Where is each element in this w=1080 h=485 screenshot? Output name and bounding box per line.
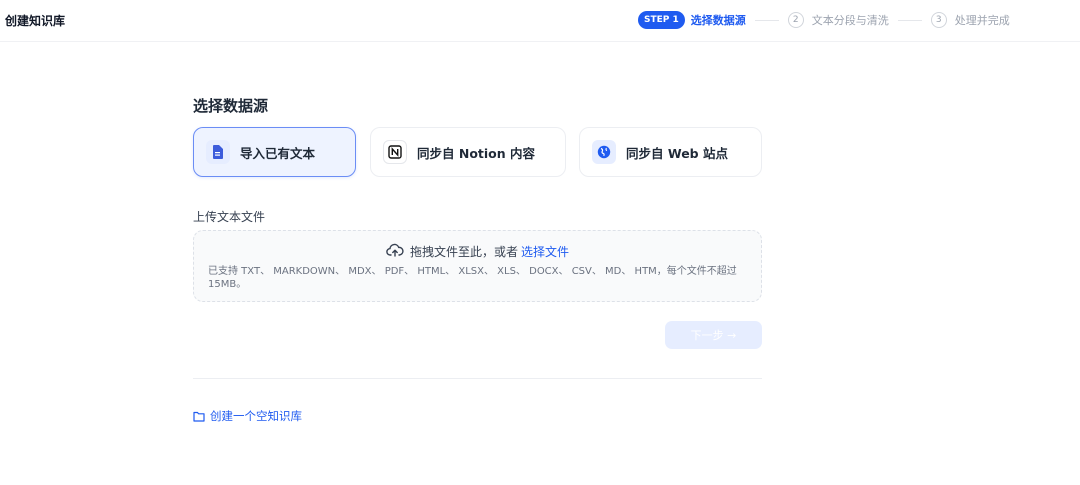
- step-2-number: 2: [787, 12, 804, 28]
- upload-label: 上传文本文件: [193, 210, 266, 224]
- page-title: 创建知识库: [5, 14, 66, 28]
- step-1-badge: STEP 1: [638, 11, 685, 29]
- step-2-label: 文本分段与清洗: [811, 14, 889, 27]
- divider: [193, 378, 762, 379]
- source-label: 同步自 Web 站点: [626, 145, 728, 161]
- step-3-label: 处理并完成: [954, 14, 1010, 27]
- next-button[interactable]: 下一步 →: [665, 321, 762, 349]
- stepper: STEP 1 选择数据源 2 文本分段与清洗 3 处理并完成: [638, 10, 1010, 30]
- create-empty-label: 创建一个空知识库: [210, 409, 302, 423]
- step-1-label: 选择数据源: [690, 14, 746, 27]
- source-web-card[interactable]: 同步自 Web 站点: [579, 127, 762, 177]
- source-import-text-card[interactable]: 导入已有文本: [193, 127, 356, 177]
- section-title: 选择数据源: [193, 97, 269, 115]
- choose-file-link[interactable]: 选择文件: [521, 243, 569, 260]
- dropzone-prompt: 拖拽文件至此，或者: [409, 245, 518, 259]
- create-empty-kb-link[interactable]: 创建一个空知识库: [193, 408, 302, 424]
- dropzone-prompt-row: 拖拽文件至此，或者 选择文件: [194, 243, 761, 260]
- top-bar: 创建知识库 STEP 1 选择数据源 2 文本分段与清洗 3 处理并完成: [0, 0, 1080, 42]
- notion-icon: [383, 140, 407, 164]
- source-label: 同步自 Notion 内容: [417, 145, 535, 161]
- file-text-icon: [206, 140, 230, 164]
- step-3-number: 3: [930, 12, 947, 28]
- cloud-upload-icon: [386, 243, 404, 260]
- step-separator: [897, 19, 922, 21]
- dropzone-hint: 已支持 TXT、 MARKDOWN、 MDX、 PDF、 HTML、 XLSX、…: [208, 266, 737, 290]
- globe-icon: [592, 140, 616, 164]
- source-label: 导入已有文本: [240, 145, 316, 161]
- step-separator: [754, 19, 779, 21]
- folder-icon: [193, 411, 205, 422]
- file-dropzone[interactable]: 拖拽文件至此，或者 选择文件 已支持 TXT、 MARKDOWN、 MDX、 P…: [193, 230, 762, 302]
- source-notion-card[interactable]: 同步自 Notion 内容: [370, 127, 566, 177]
